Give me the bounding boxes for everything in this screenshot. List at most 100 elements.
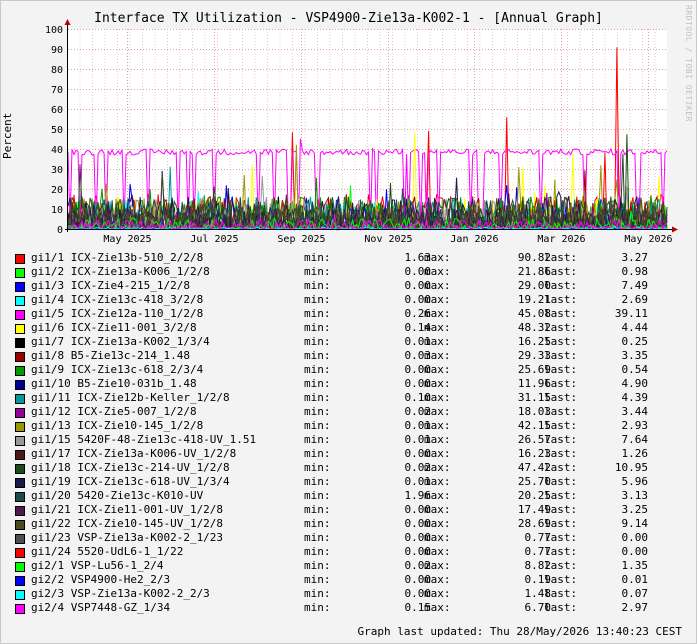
- legend-last-value: 5.96: [621, 475, 649, 488]
- legend-max-value: 16.25: [517, 335, 551, 348]
- legend-last-label: last:: [544, 573, 578, 586]
- legend-series-name: gi1/11 ICX-Zie12b-Keller_1/2/8: [31, 391, 230, 404]
- legend-min-label: min:: [304, 573, 331, 586]
- legend-last-value: 1.35: [621, 559, 649, 572]
- legend-min-value: 0.14: [404, 321, 432, 334]
- legend-swatch: [15, 422, 25, 432]
- legend-series-name: gi1/12 ICX-Zie5-007_1/2/8: [31, 405, 197, 418]
- legend-max-label: max:: [424, 363, 451, 376]
- y-tick-label: 10: [51, 205, 63, 216]
- legend-swatch: [15, 520, 25, 530]
- legend-min-value: 0.00: [404, 587, 432, 600]
- legend-last-value: 3.35: [621, 349, 649, 362]
- y-tick-label: 60: [51, 105, 63, 116]
- legend-max-label: max:: [424, 293, 451, 306]
- legend-series-name: gi2/4 VSP7448-GZ_1/34: [31, 601, 171, 614]
- y-tick-label: 20: [51, 185, 63, 196]
- legend-max-label: max:: [424, 433, 451, 446]
- legend-last-value: 0.00: [621, 545, 649, 558]
- legend-min-value: 0.00: [404, 265, 432, 278]
- legend-series-name: gi1/10 B5-Zie10-031b_1.48: [31, 377, 197, 390]
- legend-series-name: gi1/9 ICX-Zie13c-618_2/3/4: [31, 363, 204, 376]
- legend-last-label: last:: [544, 321, 578, 334]
- y-tick-label: 0: [57, 225, 63, 236]
- last-updated-footer: Graph last updated: Thu 28/May/2026 13:4…: [357, 625, 682, 638]
- legend-max-value: 18.03: [517, 405, 551, 418]
- legend-min-value: 0.00: [404, 363, 432, 376]
- legend-swatch: [15, 506, 25, 516]
- legend-max-label: max:: [424, 349, 451, 362]
- legend-last-label: last:: [544, 447, 578, 460]
- legend-min-label: min:: [304, 293, 331, 306]
- x-tick-label: Mar 2026: [537, 234, 585, 245]
- legend-series-name: gi1/15 5420F-48-Zie13c-418-UV_1.51: [31, 433, 257, 446]
- legend-max-value: 20.25: [517, 489, 551, 502]
- legend-last-label: last:: [544, 335, 578, 348]
- legend-max-label: max:: [424, 251, 451, 264]
- legend-max-label: max:: [424, 377, 451, 390]
- legend-last-value: 39.11: [614, 307, 648, 320]
- legend-min-label: min:: [304, 545, 331, 558]
- legend-max-label: max:: [424, 461, 451, 474]
- legend-last-label: last:: [544, 363, 578, 376]
- legend-swatch: [15, 436, 25, 446]
- legend-max-value: 25.69: [517, 363, 551, 376]
- legend-min-label: min:: [304, 349, 331, 362]
- legend-swatch: [15, 282, 25, 292]
- legend-max-label: max:: [424, 475, 451, 488]
- legend-series-name: gi1/13 ICX-Zie10-145_1/2/8: [31, 419, 204, 432]
- legend-max-label: max:: [424, 405, 451, 418]
- legend-min-value: 0.01: [404, 433, 432, 446]
- legend-series-name: gi1/23 VSP-Zie13a-K002-2_1/23: [31, 531, 224, 544]
- legend-series-name: gi1/4 ICX-Zie13c-418_3/2/8: [31, 293, 204, 306]
- legend-last-label: last:: [544, 489, 578, 502]
- y-tick-label: 90: [51, 45, 63, 56]
- legend-min-label: min:: [304, 489, 331, 502]
- legend-last-label: last:: [544, 601, 578, 614]
- legend-series-name: gi1/24 5520-UdL6-1_1/22: [31, 545, 184, 558]
- legend-last-label: last:: [544, 461, 578, 474]
- legend-last-label: last:: [544, 307, 578, 320]
- legend-swatch: [15, 296, 25, 306]
- legend-max-label: max:: [424, 545, 451, 558]
- legend-min-label: min:: [304, 517, 331, 530]
- y-tick-label: 100: [45, 25, 63, 36]
- x-tick-label: Sep 2025: [277, 234, 325, 245]
- legend-min-label: min:: [304, 461, 331, 474]
- legend-last-value: 0.00: [621, 531, 649, 544]
- legend-last-value: 0.25: [621, 335, 649, 348]
- legend-max-value: 1.48: [524, 587, 552, 600]
- legend-max-value: 45.08: [517, 307, 551, 320]
- legend-max-value: 19.21: [517, 293, 551, 306]
- legend-swatch: [15, 324, 25, 334]
- legend-min-label: min:: [304, 433, 331, 446]
- legend-swatch: [15, 562, 25, 572]
- legend-min-value: 0.26: [404, 307, 432, 320]
- legend-min-label: min:: [304, 335, 331, 348]
- legend-last-value: 0.98: [621, 265, 649, 278]
- legend-max-label: max:: [424, 531, 451, 544]
- legend-max-value: 47.42: [517, 461, 551, 474]
- legend-last-label: last:: [544, 251, 578, 264]
- legend-max-label: max:: [424, 279, 451, 292]
- legend-last-label: last:: [544, 559, 578, 572]
- legend-max-label: max:: [424, 573, 451, 586]
- legend-last-value: 0.01: [621, 573, 649, 586]
- legend-last-label: last:: [544, 279, 578, 292]
- legend-last-value: 0.07: [621, 587, 649, 600]
- legend-swatch: [15, 394, 25, 404]
- legend-max-value: 21.86: [517, 265, 551, 278]
- legend-max-value: 16.23: [517, 447, 551, 460]
- legend-swatch: [15, 492, 25, 502]
- legend-max-label: max:: [424, 587, 451, 600]
- legend-swatch: [15, 576, 25, 586]
- legend-last-value: 9.14: [621, 517, 649, 530]
- legend-series-name: gi2/1 VSP-Lu56-1_2/4: [31, 559, 164, 572]
- legend-last-value: 0.54: [621, 363, 649, 376]
- legend-last-label: last:: [544, 349, 578, 362]
- legend-last-value: 2.97: [621, 601, 649, 614]
- y-tick-label: 30: [51, 165, 63, 176]
- legend-min-label: min:: [304, 391, 331, 404]
- legend-min-value: 0.03: [404, 349, 432, 362]
- legend-min-value: 0.10: [404, 391, 432, 404]
